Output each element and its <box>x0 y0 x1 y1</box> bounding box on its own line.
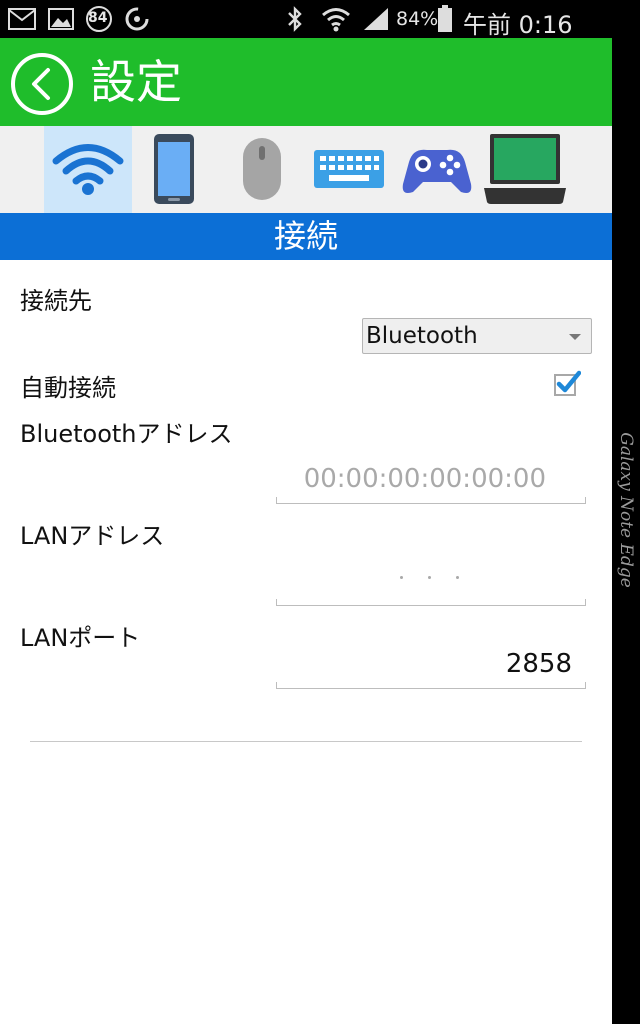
connection-target-label: 接続先 <box>20 287 92 315</box>
connection-target-dropdown[interactable]: Bluetooth <box>362 318 592 354</box>
bluetooth-icon <box>288 6 302 32</box>
gamepad-icon <box>402 149 472 193</box>
category-tabs <box>0 126 612 213</box>
tab-mouse[interactable] <box>218 126 306 213</box>
wifi-icon <box>322 8 350 32</box>
field-underline <box>276 599 586 606</box>
battery-percent: 84% <box>396 8 439 30</box>
status-bar: 84 84% 午前 0:16 <box>0 0 640 39</box>
laptop-icon <box>484 134 566 204</box>
tab-laptop[interactable] <box>481 126 569 213</box>
tab-phone[interactable] <box>130 126 218 213</box>
lan-address-placeholder <box>396 576 466 582</box>
divider <box>30 741 582 742</box>
lan-port-field[interactable]: 2858 <box>276 645 586 689</box>
auto-connect-label: 自動接続 <box>20 374 116 402</box>
status-time: 午前 0:16 <box>463 11 573 39</box>
wifi-icon <box>52 144 124 195</box>
back-arrow-icon[interactable] <box>10 52 74 116</box>
mail-icon <box>8 8 36 30</box>
tab-keyboard[interactable] <box>305 126 393 213</box>
signal-icon <box>364 8 388 30</box>
phone-icon <box>154 134 194 204</box>
image-icon <box>48 8 74 30</box>
page-title: 設定 <box>90 55 182 109</box>
bluetooth-address-field[interactable]: 00:00:00:00:00:00 <box>276 460 586 504</box>
battery-icon <box>438 5 452 32</box>
app-header: 設定 <box>0 38 612 126</box>
tab-wifi[interactable] <box>44 126 132 213</box>
keyboard-icon <box>314 150 384 188</box>
field-underline <box>276 682 586 689</box>
connection-target-value: Bluetooth <box>366 323 478 349</box>
section-header: 接続 <box>0 213 612 260</box>
bluetooth-address-placeholder: 00:00:00:00:00:00 <box>303 464 546 494</box>
bluetooth-address-label: Bluetoothアドレス <box>20 420 233 448</box>
dropdown-arrow-icon <box>569 334 581 340</box>
lan-port-value: 2858 <box>505 649 572 679</box>
device-edge-label: Galaxy Note Edge <box>616 432 636 588</box>
lan-address-label: LANアドレス <box>20 522 165 550</box>
sync-icon <box>125 7 149 31</box>
app-window: 設定 接続 接続先 Bluetooth 自動接続 Bluetoothアドレス 0… <box>0 38 612 1024</box>
mouse-icon <box>243 138 281 200</box>
field-underline <box>276 497 586 504</box>
lan-address-field[interactable] <box>276 562 586 606</box>
notification-badge-text: 84 <box>88 10 108 26</box>
auto-connect-checkbox[interactable] <box>553 369 581 397</box>
tab-gamepad[interactable] <box>393 126 481 213</box>
lan-port-label: LANポート <box>20 624 141 652</box>
